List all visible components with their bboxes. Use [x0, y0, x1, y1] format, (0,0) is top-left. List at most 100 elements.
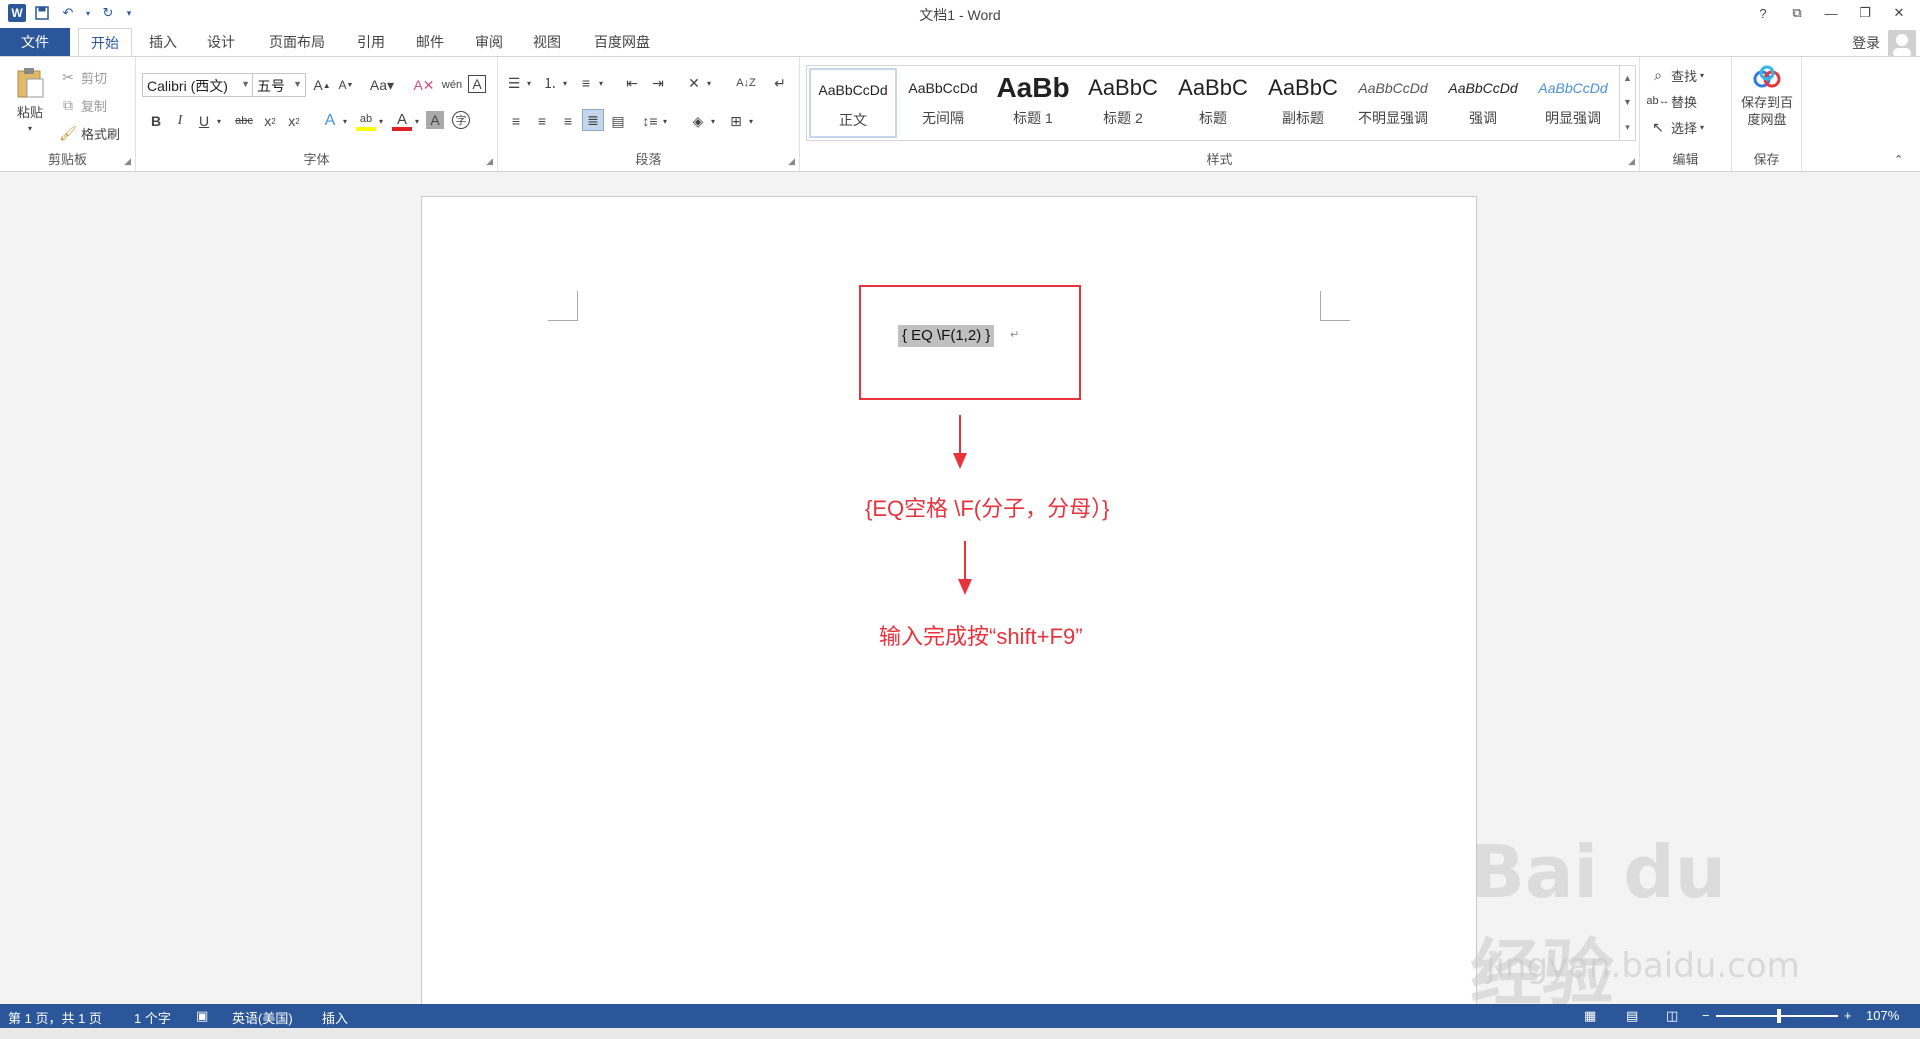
styles-gallery-scroll[interactable]: ▲ ▼ ▾	[1619, 66, 1635, 140]
help-button[interactable]: ?	[1748, 2, 1778, 24]
style-title[interactable]: AaBbC 标题	[1169, 68, 1257, 138]
tab-page-layout[interactable]: 页面布局	[254, 28, 340, 56]
login-link[interactable]: 登录	[1852, 33, 1880, 53]
character-shading-button[interactable]: A	[426, 111, 444, 129]
change-case-button[interactable]: Aa▾	[368, 75, 396, 95]
zoom-in-button[interactable]: +	[1844, 1008, 1852, 1023]
insert-mode[interactable]: 插入	[322, 1008, 348, 1027]
collapse-ribbon-icon[interactable]: ⌃	[1894, 153, 1903, 166]
increase-indent-button[interactable]: ⇥	[648, 73, 668, 93]
bold-button[interactable]: B	[146, 111, 166, 131]
page-count[interactable]: 第 1 页，共 1 页	[8, 1008, 102, 1027]
numbering-button[interactable]: ⒈ ▾	[540, 73, 567, 93]
arrow-2-shaft	[964, 541, 966, 581]
close-button[interactable]: ✕	[1884, 2, 1914, 24]
chinese-layout-button[interactable]: ✕ ▾	[684, 73, 711, 93]
select-button[interactable]: ↖ 选择 ▾	[1648, 117, 1704, 137]
tab-baidu-netdisk[interactable]: 百度网盘	[582, 28, 662, 56]
superscript-button[interactable]: x2	[284, 111, 304, 131]
eq-field-code[interactable]: { EQ \F(1,2) }	[898, 325, 995, 347]
character-border-icon: A	[468, 75, 486, 93]
style-normal[interactable]: AaBbCcDd 正文	[809, 68, 897, 138]
word-count[interactable]: 1 个字	[134, 1008, 171, 1027]
tab-review[interactable]: 审阅	[464, 28, 514, 56]
tab-insert[interactable]: 插入	[138, 28, 188, 56]
document-page[interactable]: { EQ \F(1,2) } ↵ {EQ空格 \F(分子，分母）} 输入完成按“…	[421, 196, 1477, 1036]
shading-button[interactable]: ◈ ▾	[688, 111, 715, 131]
save-to-baidu-label: 保存到百度网盘	[1740, 95, 1793, 127]
zoom-slider-handle[interactable]	[1777, 1009, 1781, 1023]
clear-formatting-button[interactable]: A✕	[413, 75, 434, 95]
paste-icon	[17, 68, 44, 98]
avatar[interactable]	[1888, 30, 1916, 58]
copy-button[interactable]: ⧉ 复制	[58, 95, 107, 115]
borders-button[interactable]: ⊞ ▾	[726, 111, 753, 131]
style-intense-emphasis[interactable]: AaBbCcDd 明显强调	[1529, 68, 1617, 138]
more-icon[interactable]: ▾	[1625, 122, 1630, 133]
align-center-button[interactable]: ≡	[532, 111, 552, 131]
zoom-out-button[interactable]: −	[1702, 1008, 1710, 1023]
font-launcher-icon[interactable]: ◢	[486, 156, 493, 167]
shrink-font-button[interactable]: A ▼	[336, 75, 356, 95]
justify-button[interactable]: ≣	[582, 109, 604, 131]
save-to-baidu-button[interactable]: 保存到百度网盘	[1736, 65, 1798, 128]
style-subtle-emphasis[interactable]: AaBbCcDd 不明显强调	[1349, 68, 1437, 138]
text-effects-button[interactable]: A ▾	[320, 111, 347, 131]
grow-font-button[interactable]: A ▲	[312, 75, 332, 95]
strikethrough-button[interactable]: abc	[232, 111, 256, 131]
styles-launcher-icon[interactable]: ◢	[1628, 156, 1635, 167]
italic-icon: I	[177, 113, 183, 128]
tab-mailings[interactable]: 邮件	[404, 28, 456, 56]
character-border-button[interactable]: A	[468, 75, 486, 93]
grow-font-icon: A ▲	[313, 77, 331, 93]
paragraph-launcher-icon[interactable]: ◢	[788, 156, 795, 167]
style-no-spacing[interactable]: AaBbCcDd 无间隔	[899, 68, 987, 138]
decrease-indent-button[interactable]: ⇤	[622, 73, 642, 93]
tab-file[interactable]: 文件	[0, 28, 70, 56]
multilevel-list-button[interactable]: ≡ ▾	[576, 73, 603, 93]
minimize-button[interactable]: —	[1816, 2, 1846, 24]
highlight-button[interactable]: ab ▾	[356, 111, 383, 131]
chevron-down-icon[interactable]: ▼	[1623, 97, 1632, 107]
style-heading-1[interactable]: AaBb 标题 1	[989, 68, 1077, 138]
underline-button[interactable]: U ▾	[194, 111, 221, 131]
align-right-button[interactable]: ≡	[558, 111, 578, 131]
language[interactable]: 英语(美国)	[232, 1008, 293, 1027]
find-button[interactable]: ⌕ 查找 ▾	[1648, 65, 1704, 85]
cut-button[interactable]: ✂ 剪切	[58, 67, 107, 87]
replace-button[interactable]: ab↔ 替换	[1646, 91, 1697, 111]
tab-view[interactable]: 视图	[522, 28, 572, 56]
print-layout-icon[interactable]: ▤	[1626, 1008, 1638, 1024]
paste-button[interactable]: 粘贴 ▾	[10, 67, 50, 133]
proofing-icon[interactable]: ▣	[196, 1008, 208, 1024]
sort-icon: A↓Z	[736, 77, 756, 89]
font-name-combo[interactable]: Calibri (西文) ▼	[142, 73, 254, 97]
tab-design[interactable]: 设计	[196, 28, 246, 56]
subscript-button[interactable]: x2	[260, 111, 280, 131]
web-layout-icon[interactable]: ◫	[1666, 1008, 1678, 1024]
bullets-button[interactable]: ☰ ▾	[504, 73, 531, 93]
tab-home[interactable]: 开始	[78, 28, 132, 56]
format-painter-button[interactable]: 🖌 格式刷	[58, 123, 120, 143]
align-left-button[interactable]: ≡	[506, 111, 526, 131]
ribbon-display-options-button[interactable]: ⧉	[1782, 2, 1812, 24]
italic-button[interactable]: I	[170, 111, 190, 131]
phonetic-guide-button[interactable]: wén	[442, 75, 462, 95]
enclose-characters-button[interactable]: 字	[452, 111, 470, 129]
font-size-combo[interactable]: 五号 ▼	[252, 73, 306, 97]
zoom-level[interactable]: 107%	[1866, 1008, 1899, 1023]
read-mode-icon[interactable]: ▦	[1584, 1008, 1596, 1024]
font-color-button[interactable]: A ▾	[392, 111, 419, 131]
style-heading-2[interactable]: AaBbC 标题 2	[1079, 68, 1167, 138]
clipboard-launcher-icon[interactable]: ◢	[124, 156, 131, 167]
distributed-button[interactable]: ▤	[608, 111, 628, 131]
sort-button[interactable]: A↓Z	[736, 73, 756, 93]
editing-group: ⌕ 查找 ▾ ab↔ 替换 ↖ 选择 ▾ 编辑	[1640, 57, 1732, 171]
show-marks-button[interactable]: ↵	[770, 73, 790, 93]
line-spacing-button[interactable]: ↕≡ ▾	[640, 111, 667, 131]
style-subtitle[interactable]: AaBbC 副标题	[1259, 68, 1347, 138]
style-emphasis[interactable]: AaBbCcDd 强调	[1439, 68, 1527, 138]
tab-references[interactable]: 引用	[346, 28, 396, 56]
restore-button[interactable]: ❐	[1850, 2, 1880, 24]
chevron-up-icon[interactable]: ▲	[1623, 73, 1632, 83]
